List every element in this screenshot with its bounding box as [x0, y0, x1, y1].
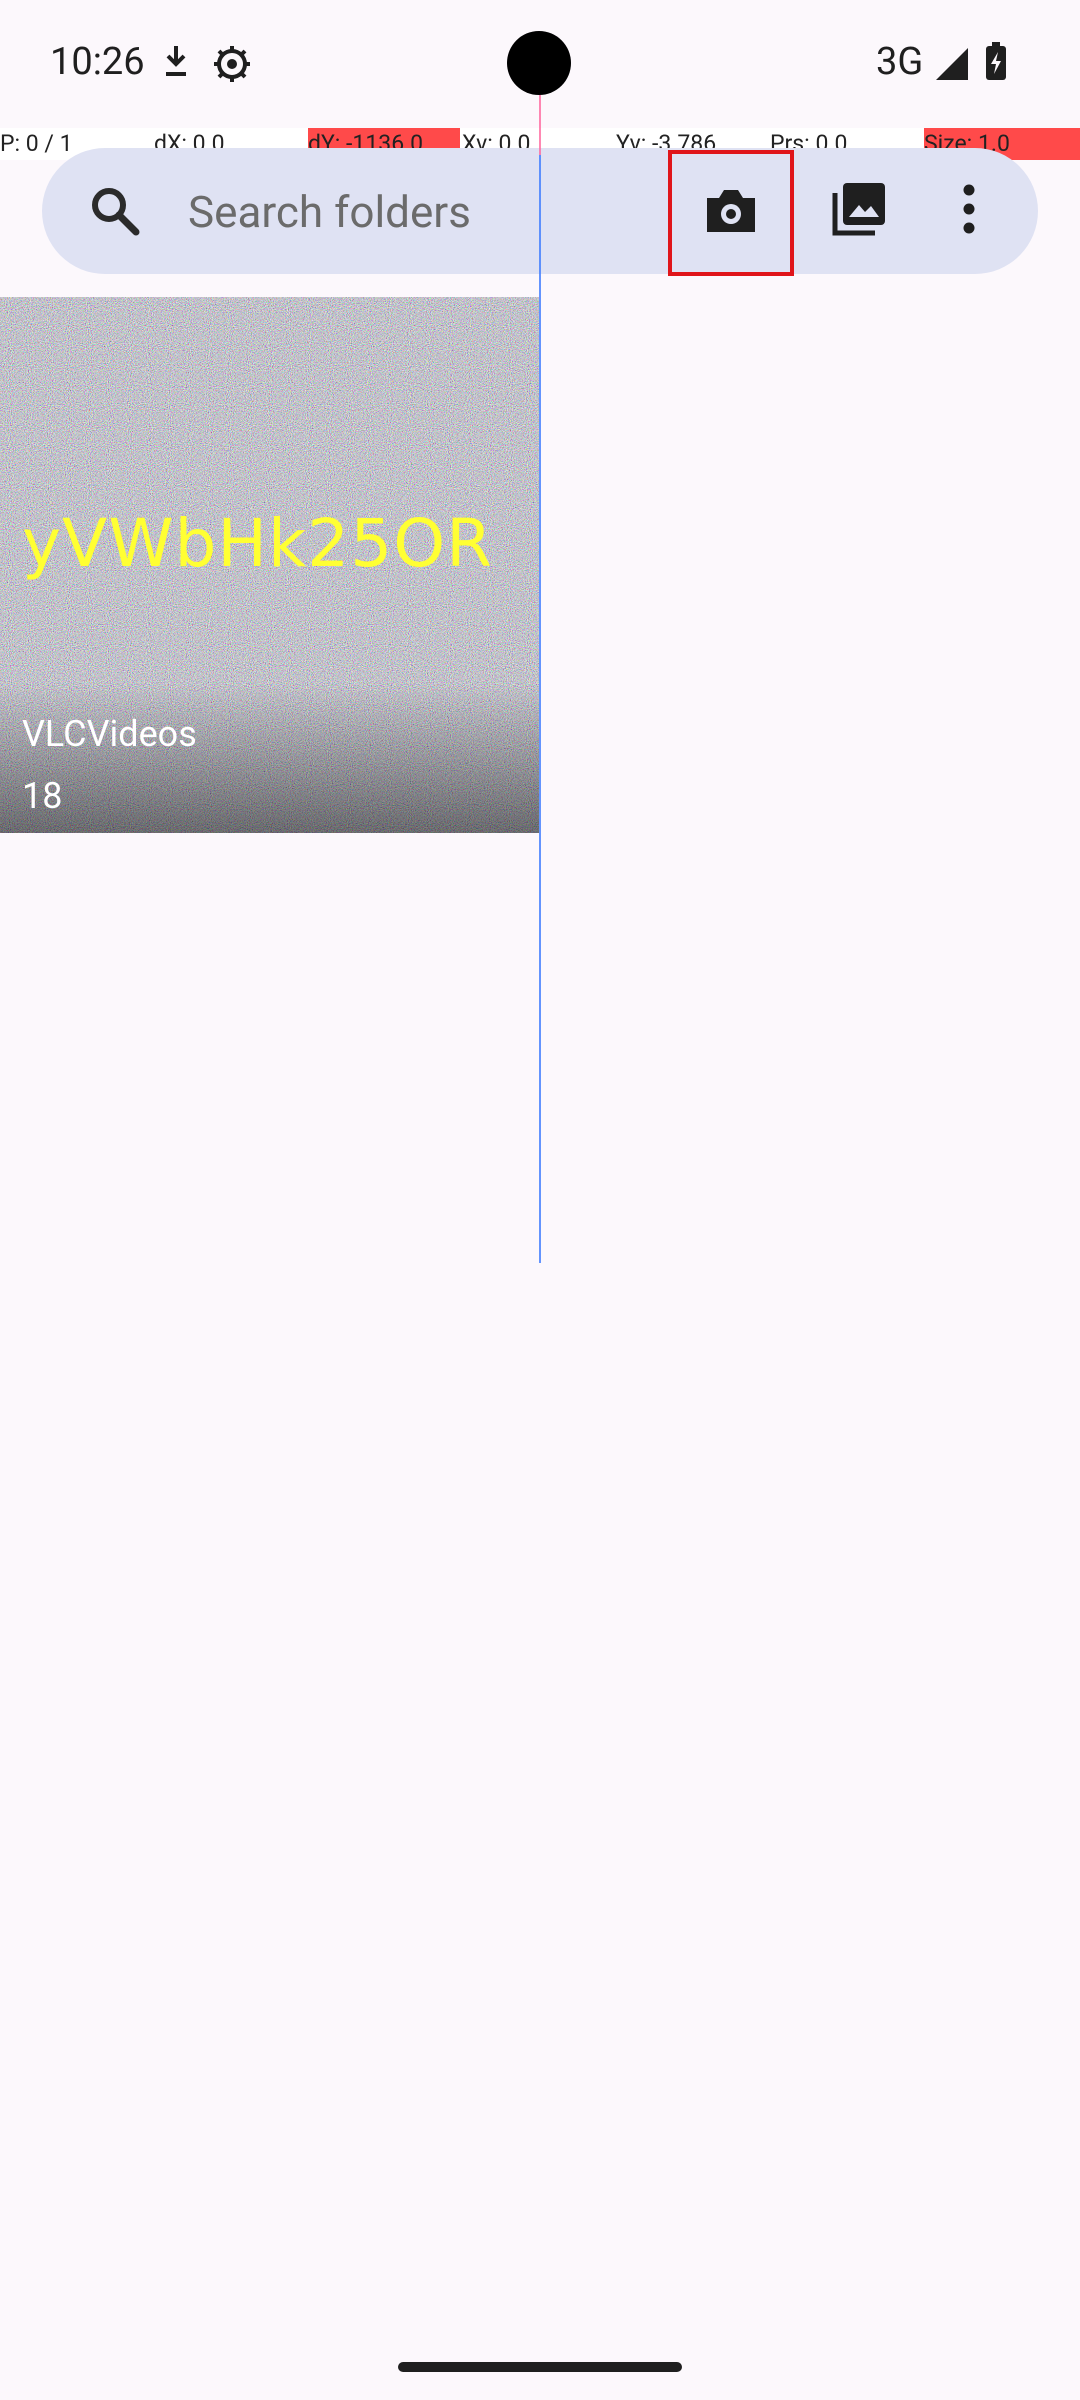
more-options-button[interactable]	[944, 168, 994, 254]
gallery-button[interactable]	[816, 168, 902, 254]
tile-scrim	[0, 683, 539, 833]
folder-name: VLCVideos	[22, 713, 197, 755]
search-input[interactable]	[186, 172, 640, 252]
signal-icon	[934, 46, 970, 86]
folder-tile[interactable]: yVWbHk25OR VLCVideos 18	[0, 297, 539, 833]
gesture-navigation-handle[interactable]	[398, 2362, 682, 2372]
thumbnail-caption: yVWbHk25OR	[22, 505, 494, 582]
camera-cutout	[507, 31, 571, 95]
search-icon[interactable]	[88, 184, 142, 242]
gallery-icon	[831, 181, 887, 241]
camera-button[interactable]	[668, 150, 794, 276]
status-time: 10:26	[50, 40, 145, 84]
network-type-label: 3G	[876, 40, 924, 84]
pointer-trace-line	[539, 95, 541, 1263]
download-icon	[162, 44, 190, 84]
more-vert-icon	[962, 184, 976, 238]
camera-icon	[703, 186, 759, 240]
settings-icon	[212, 44, 252, 88]
battery-charging-icon	[984, 42, 1008, 86]
folder-item-count: 18	[22, 775, 63, 817]
